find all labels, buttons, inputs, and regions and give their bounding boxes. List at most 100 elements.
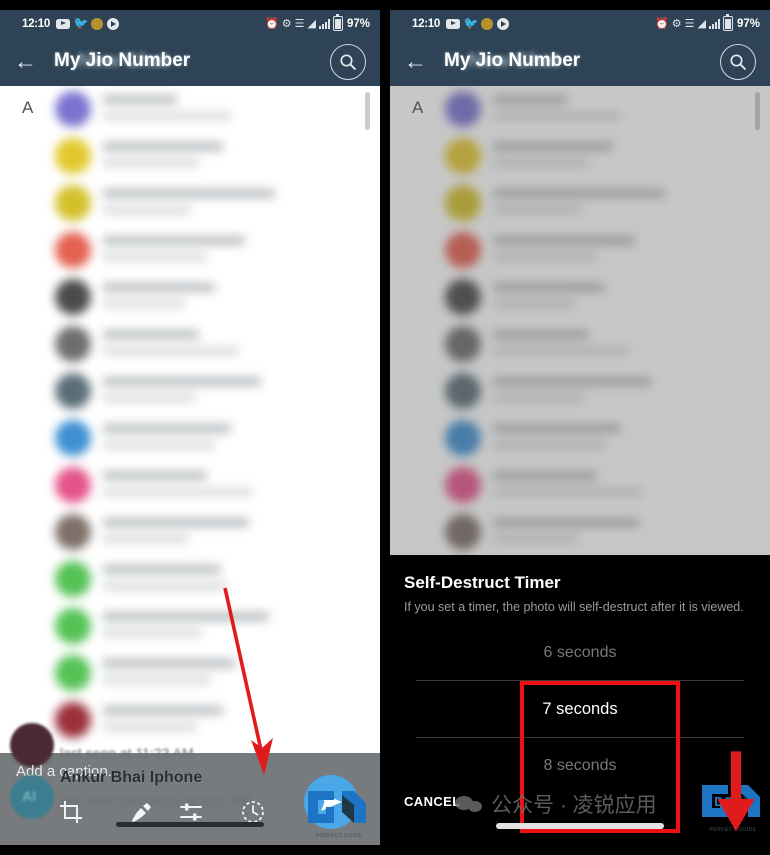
contact-status-blurred <box>103 394 195 402</box>
contact-row[interactable] <box>55 603 380 650</box>
background-avatar-top <box>10 723 54 767</box>
contact-name-blurred <box>103 236 245 245</box>
app-bar-right: ← New Chat My Jio Number <box>390 37 770 86</box>
search-icon[interactable] <box>330 43 366 80</box>
background-last-seen-top: last seen at 11:23 AM <box>60 745 194 761</box>
page-title-wrap: New Chat My Jio Number <box>444 47 720 77</box>
cancel-button[interactable]: CANCEL <box>404 794 461 809</box>
contact-row[interactable] <box>55 180 380 227</box>
contact-name-blurred <box>103 330 199 339</box>
contact-avatar <box>55 326 91 362</box>
contact-avatar <box>55 655 91 691</box>
contact-row[interactable] <box>55 133 380 180</box>
battery-percent: 97% <box>346 17 370 30</box>
contact-name-blurred <box>103 471 207 480</box>
play-icon <box>496 17 509 30</box>
highlight-box-picker <box>520 681 680 833</box>
bluetooth-icon: ⚙ <box>281 17 292 30</box>
cast-icon: ☰ <box>684 17 695 30</box>
signal-icon <box>318 18 330 29</box>
contact-avatar <box>55 185 91 221</box>
wifi-icon: ◢ <box>697 17 706 30</box>
left-phone-panel: 12:10 🐦 ⏰ ⚙ ☰ ◢ 97% ← New Chat My Jio Nu… <box>0 10 380 845</box>
done-button[interactable]: DONE <box>714 795 752 809</box>
contact-name-blurred <box>103 189 275 198</box>
contact-name-blurred <box>103 518 249 527</box>
contact-name-blurred <box>103 659 235 668</box>
contact-status-blurred <box>103 300 185 308</box>
status-time: 12:10 <box>22 17 50 30</box>
contact-name-blurred <box>103 95 177 104</box>
contact-row[interactable] <box>55 415 380 462</box>
contact-name-blurred <box>103 142 223 151</box>
contact-row[interactable] <box>55 368 380 415</box>
contact-avatar <box>55 561 91 597</box>
contact-row[interactable] <box>55 556 380 603</box>
contact-avatar <box>55 279 91 315</box>
youtube-icon <box>55 18 70 29</box>
status-bar-right: 12:10 🐦 ⏰ ⚙ ☰ ◢ 97% <box>390 10 770 37</box>
contact-row[interactable] <box>55 227 380 274</box>
battery-icon <box>332 14 343 31</box>
contact-row[interactable] <box>55 274 380 321</box>
signal-icon <box>708 18 720 29</box>
contact-name-blurred <box>103 283 215 292</box>
arrow-left-icon[interactable]: ← <box>14 50 40 73</box>
app-bar-left: ← New Chat My Jio Number <box>0 37 380 86</box>
contact-row[interactable] <box>55 650 380 697</box>
send-button[interactable] <box>304 775 358 829</box>
alarm-icon: ⏰ <box>265 17 279 30</box>
right-phone-panel: 12:10 🐦 ⏰ ⚙ ☰ ◢ 97% ← New Chat My Jio Nu… <box>390 10 770 845</box>
list-scrollbar[interactable] <box>365 92 370 130</box>
contact-row[interactable] <box>55 697 380 744</box>
contact-row[interactable] <box>55 86 380 133</box>
brush-icon[interactable] <box>128 799 162 833</box>
dialog-description: If you set a timer, the photo will self-… <box>404 600 744 614</box>
timer-icon[interactable] <box>240 799 274 833</box>
dialog-title: Self-Destruct Timer <box>404 573 561 592</box>
status-time: 12:10 <box>412 17 440 30</box>
contact-status-blurred <box>103 159 199 167</box>
bluetooth-icon: ⚙ <box>671 17 682 30</box>
crop-icon[interactable] <box>58 799 92 833</box>
contact-avatar <box>55 138 91 174</box>
contact-avatar <box>55 514 91 550</box>
contact-avatar <box>55 702 91 738</box>
arrow-left-icon[interactable]: ← <box>404 50 430 73</box>
contact-status-blurred <box>103 676 211 684</box>
status-left-icons: 🐦 <box>55 16 119 30</box>
wifi-icon: ◢ <box>307 17 316 30</box>
contact-row[interactable] <box>55 462 380 509</box>
cast-icon: ☰ <box>294 17 305 30</box>
contact-row[interactable] <box>55 509 380 556</box>
contact-status-blurred <box>103 441 215 449</box>
page-title: My Jio Number <box>54 49 191 71</box>
battery-icon <box>722 14 733 31</box>
twitter-icon: 🐦 <box>463 16 479 30</box>
contact-status-blurred <box>103 488 253 496</box>
picker-option-6s[interactable]: 6 seconds <box>390 644 770 662</box>
screenshot-stage: 12:10 🐦 ⏰ ⚙ ☰ ◢ 97% ← New Chat My Jio Nu… <box>0 0 770 855</box>
contact-avatar <box>55 91 91 127</box>
contact-name-blurred <box>103 565 221 574</box>
adjust-icon[interactable] <box>178 799 212 833</box>
contact-avatar <box>55 373 91 409</box>
gold-app-icon <box>90 17 103 30</box>
search-icon[interactable] <box>720 43 756 80</box>
photo-edit-toolbar: last seen at 11:23 AM Add a caption... A… <box>0 723 380 845</box>
page-title-wrap: New Chat My Jio Number <box>54 47 330 77</box>
contact-avatar <box>55 420 91 456</box>
contact-status-blurred <box>103 582 227 590</box>
contact-name-blurred <box>103 612 269 621</box>
seconds-picker[interactable]: 6 seconds 7 seconds 8 seconds <box>390 623 770 833</box>
contact-status-blurred <box>103 347 239 355</box>
play-icon <box>106 17 119 30</box>
contact-rows[interactable] <box>55 86 380 744</box>
contact-avatar <box>55 608 91 644</box>
twitter-icon: 🐦 <box>73 16 89 30</box>
contact-list-left[interactable]: A <box>0 86 380 807</box>
contact-status-blurred <box>103 112 231 120</box>
contact-row[interactable] <box>55 321 380 368</box>
contact-name-blurred <box>103 424 231 433</box>
contact-avatar <box>55 467 91 503</box>
